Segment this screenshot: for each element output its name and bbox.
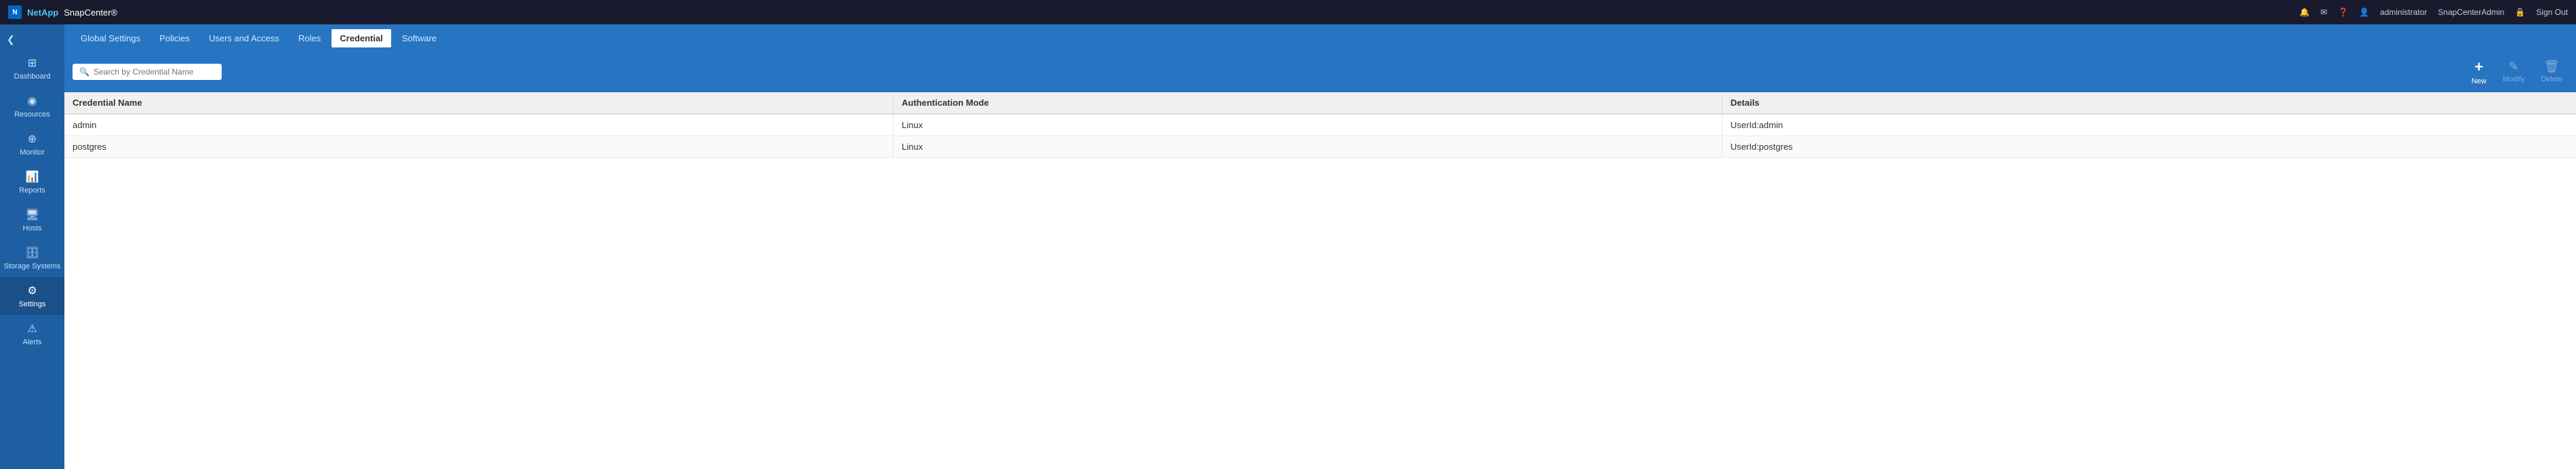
col-authentication-mode: Authentication Mode [893,92,1723,114]
tab-roles[interactable]: Roles [290,29,329,47]
netapp-logo-icon: N [8,5,22,19]
sidebar-label-hosts: Hosts [22,224,41,232]
sidebar-item-hosts[interactable]: 🖥 Hosts [0,201,64,239]
delete-icon: 🗑 [2544,60,2560,74]
admin-name[interactable]: SnapCenterAdmin [2438,7,2504,17]
sidebar-label-monitor: Monitor [20,148,45,157]
col-details: Details [1722,92,2576,114]
top-header: N NetApp SnapCenter® 🔔 ✉ ❓ 👤 administrat… [0,0,2576,24]
tab-software[interactable]: Software [394,29,445,47]
new-label: New [2472,77,2487,85]
sidebar-label-alerts: Alerts [22,338,41,346]
signout-button[interactable]: Sign Out [2536,7,2568,17]
table-row[interactable]: postgres Linux UserId:postgres [64,136,2576,158]
cell-details: UserId:admin [1722,114,2576,136]
hosts-icon: 🖥 [25,208,39,222]
sidebar-item-storage-systems[interactable]: 🗄 Storage Systems [0,239,64,277]
credentials-table: Credential Name Authentication Mode Deta… [64,92,2576,158]
modify-label: Modify [2503,75,2524,83]
storage-systems-icon: 🗄 [25,246,39,260]
app-name: NetApp [27,7,58,18]
cell-credential-name: postgres [64,136,893,158]
new-button[interactable]: + New [2466,56,2492,88]
cell-credential-name: admin [64,114,893,136]
help-icon[interactable]: ❓ [2338,7,2348,17]
sidebar-label-dashboard: Dashboard [14,73,51,81]
top-header-left: N NetApp SnapCenter® [8,5,117,19]
signout-icon: 🔒 [2515,7,2525,17]
tab-credential[interactable]: Credential [331,29,391,47]
main-content: Global Settings Policies Users and Acces… [64,24,2576,469]
sub-nav: Global Settings Policies Users and Acces… [64,24,2576,52]
search-input[interactable] [94,67,215,77]
tab-users-and-access[interactable]: Users and Access [201,29,287,47]
mail-icon[interactable]: ✉ [2320,7,2327,17]
sidebar-label-reports: Reports [19,186,45,195]
app-layout: ❮ ⊞ Dashboard ◉ Resources ⊕ Monitor 📊 Re… [0,24,2576,469]
sidebar-item-monitor[interactable]: ⊕ Monitor [0,125,64,163]
sidebar-item-settings[interactable]: ⚙ Settings [0,277,64,315]
toolbar: 🔍 + New ✎ Modify 🗑 Delete [64,52,2576,92]
top-header-right: 🔔 ✉ ❓ 👤 administrator SnapCenterAdmin 🔒 … [2299,7,2568,17]
sidebar-item-resources[interactable]: ◉ Resources [0,87,64,125]
sidebar-item-dashboard[interactable]: ⊞ Dashboard [0,49,64,87]
product-name: SnapCenter® [64,7,117,18]
cell-auth-mode: Linux [893,114,1723,136]
resources-icon: ◉ [28,94,37,108]
monitor-icon: ⊕ [28,132,37,146]
sidebar-item-alerts[interactable]: ⚠ Alerts [0,315,64,353]
sidebar-item-reports[interactable]: 📊 Reports [0,163,64,201]
sidebar: ❮ ⊞ Dashboard ◉ Resources ⊕ Monitor 📊 Re… [0,24,64,469]
modify-icon: ✎ [2508,60,2518,74]
settings-icon: ⚙ [27,284,37,298]
cell-auth-mode: Linux [893,136,1723,158]
delete-button[interactable]: 🗑 Delete [2535,57,2568,86]
search-input-wrap: 🔍 [73,64,222,80]
sidebar-label-storage-systems: Storage Systems [4,262,61,270]
username[interactable]: administrator [2380,7,2427,17]
table-header-row: Credential Name Authentication Mode Deta… [64,92,2576,114]
search-icon: 🔍 [79,67,89,77]
bell-icon[interactable]: 🔔 [2299,7,2310,17]
sidebar-label-resources: Resources [14,110,50,119]
tab-policies[interactable]: Policies [151,29,198,47]
sidebar-collapse-button[interactable]: ❮ [0,30,64,49]
delete-label: Delete [2541,75,2562,83]
new-icon: + [2474,58,2483,76]
tab-global-settings[interactable]: Global Settings [73,29,148,47]
sidebar-label-settings: Settings [19,300,46,308]
alerts-icon: ⚠ [27,322,37,335]
col-credential-name: Credential Name [64,92,893,114]
table-row[interactable]: admin Linux UserId:admin [64,114,2576,136]
cell-details: UserId:postgres [1722,136,2576,158]
table-body: admin Linux UserId:admin postgres Linux … [64,114,2576,158]
reports-icon: 📊 [26,170,39,184]
modify-button[interactable]: ✎ Modify [2497,57,2530,86]
dashboard-icon: ⊞ [28,56,37,70]
user-label: 👤 [2359,7,2369,17]
table-area: Credential Name Authentication Mode Deta… [64,92,2576,469]
